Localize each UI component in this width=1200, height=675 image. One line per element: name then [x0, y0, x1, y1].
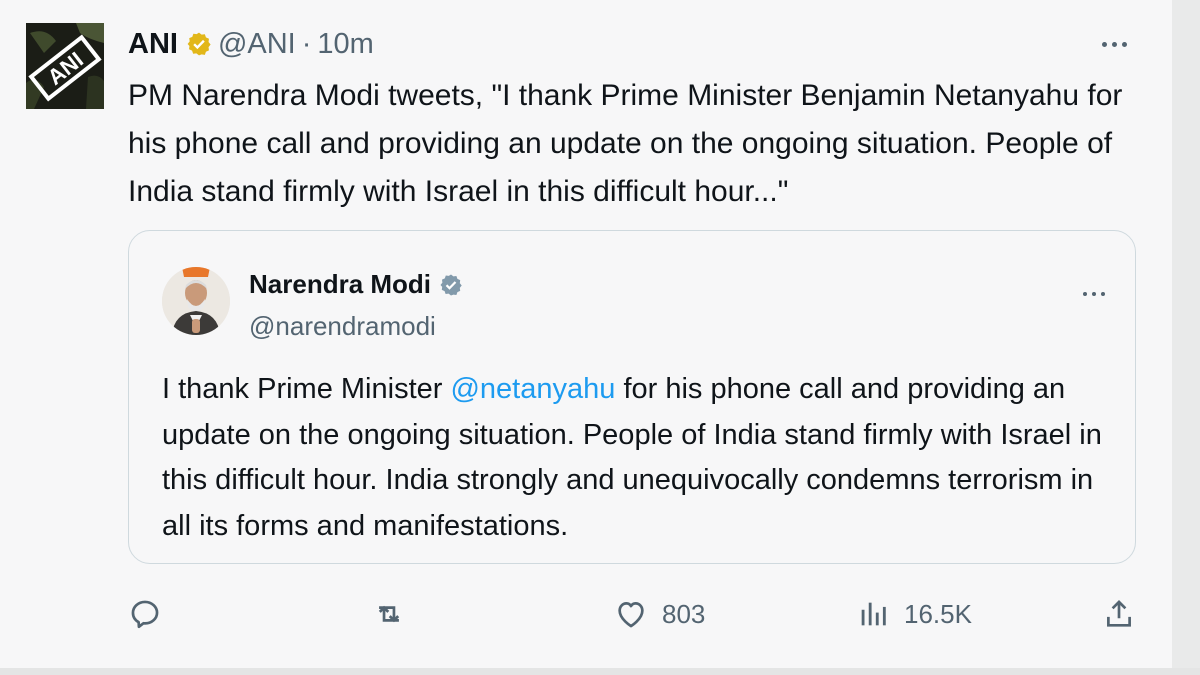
quoted-author: Narendra Modi: [249, 269, 463, 300]
reply-button[interactable]: [128, 590, 162, 638]
view-count: 16.5K: [904, 598, 972, 629]
quoted-text-start: I thank Prime Minister: [162, 373, 451, 405]
like-count: 803: [662, 598, 706, 629]
views-bar-chart-icon: [861, 602, 886, 626]
views-button[interactable]: 16.5K: [856, 590, 972, 638]
mention-link[interactable]: @netanyahu: [450, 373, 615, 405]
quoted-tweet[interactable]: Narendra Modi @narendramodi I thank Prim…: [128, 230, 1136, 564]
quoted-more-icon[interactable]: [1083, 283, 1115, 296]
ani-logo: ANI: [26, 23, 104, 109]
modi-avatar-image: [162, 267, 230, 335]
reply-icon: [131, 600, 159, 629]
action-bar: 803 16.5K: [0, 590, 1172, 640]
author-name[interactable]: ANI: [128, 28, 178, 61]
ani-avatar[interactable]: ANI: [26, 23, 104, 109]
retweet-button[interactable]: [372, 590, 406, 638]
verified-badge-blue-icon[interactable]: [439, 273, 463, 297]
author-handle[interactable]: @ANI: [218, 28, 296, 61]
tweet-header: ANI @ANI · 10m: [128, 24, 374, 64]
more-horizontal-icon[interactable]: [1102, 34, 1138, 54]
tweet-timestamp[interactable]: 10m: [317, 28, 373, 61]
tweet-text: PM Narendra Modi tweets, "I thank Prime …: [128, 79, 1123, 208]
tweet-card[interactable]: ANI ANI @ANI · 10m PM Narendra Modi twee…: [0, 0, 1172, 668]
quoted-author-handle[interactable]: @narendramodi: [249, 311, 436, 342]
share-button[interactable]: [1102, 590, 1136, 638]
modi-avatar[interactable]: [162, 267, 230, 335]
page-edge-bottom: [0, 668, 1200, 675]
like-button[interactable]: 803: [614, 590, 705, 638]
retweet-icon: [378, 605, 400, 623]
separator-dot: ·: [301, 27, 312, 60]
verified-badge-gold-icon[interactable]: [186, 31, 212, 57]
share-icon: [1107, 600, 1131, 627]
heart-icon: [618, 602, 644, 628]
quoted-tweet-text: I thank Prime Minister @netanyahu for hi…: [162, 367, 1112, 549]
page-edge-right: [1172, 0, 1200, 675]
quoted-author-name[interactable]: Narendra Modi: [249, 269, 431, 300]
